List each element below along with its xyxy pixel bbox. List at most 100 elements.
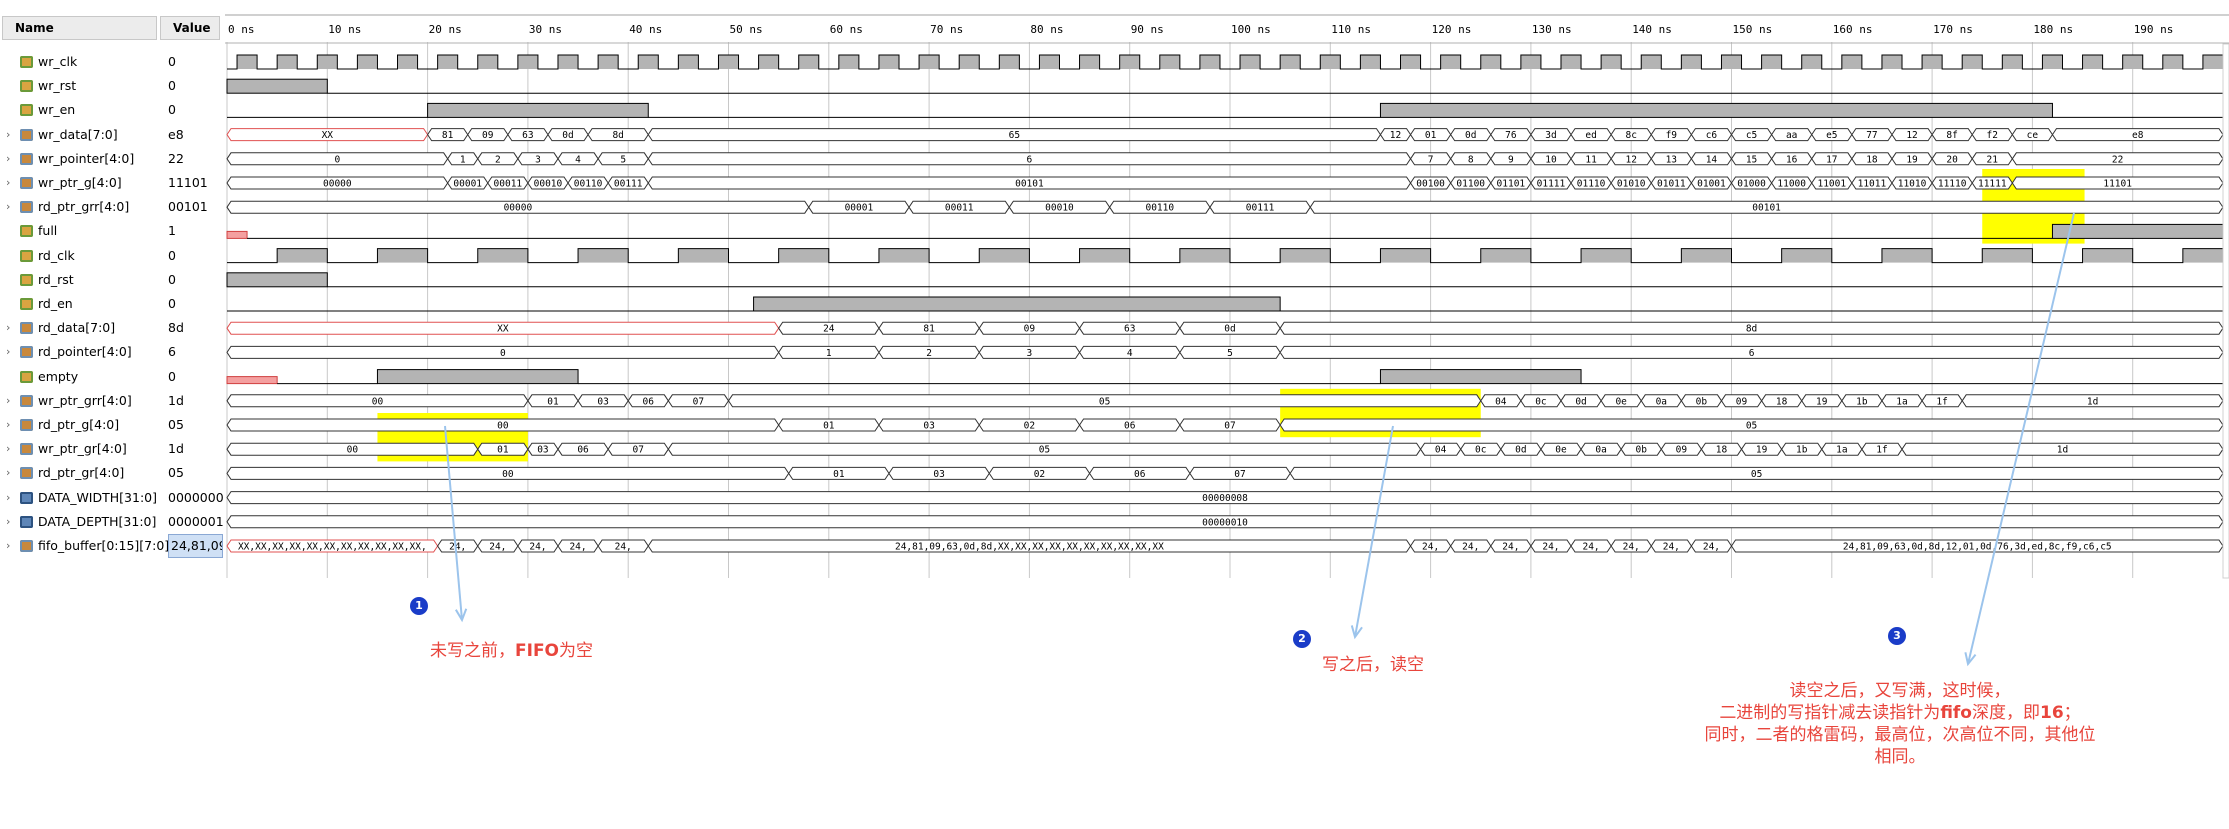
signal-row[interactable]: full 1 [0,219,225,243]
expand-chevron-icon[interactable]: › [6,394,18,408]
signal-name[interactable]: rd_clk [38,244,75,268]
signal-name[interactable]: fifo_buffer[0:15][7:0] [38,534,169,558]
bus-value-label: 5 [1227,348,1233,359]
bus-value-label: 06 [577,445,589,456]
signal-name[interactable]: rd_rst [38,268,74,292]
expand-chevron-icon[interactable]: › [6,176,18,190]
wire-signal-icon [20,298,33,310]
signal-row[interactable]: › wr_pointer[4:0] 22 [0,147,225,171]
bus-value-label: 0d [1465,130,1476,141]
signal-row[interactable]: › rd_ptr_grr[4:0] 00101 [0,195,225,219]
signal-name[interactable]: wr_data[7:0] [38,123,118,147]
bus-value-label: 20 [1946,154,1958,165]
expand-chevron-icon[interactable]: › [6,321,18,335]
clock-high-pulse [1480,55,1501,69]
signal-row[interactable]: › wr_ptr_grr[4:0] 1d [0,389,225,413]
signal-row[interactable]: › wr_ptr_g[4:0] 11101 [0,171,225,195]
clock-high-pulse [1179,248,1230,263]
expand-chevron-icon[interactable]: › [6,152,18,166]
bus-signal-icon [20,346,33,359]
signal-row[interactable]: wr_en 0 [0,98,225,122]
bus-value-label: 00000008 [1202,493,1248,504]
signal-value: 0 [168,271,176,287]
expand-chevron-icon[interactable]: › [6,466,18,480]
signal-name[interactable]: DATA_WIDTH[31:0] [38,486,157,510]
expand-chevron-icon[interactable]: › [6,515,18,529]
bus-value-label: 17 [1826,154,1837,165]
signal-name[interactable]: wr_pointer[4:0] [38,147,134,171]
clock-high-pulse [2162,55,2183,69]
clock-high-pulse [357,55,378,69]
signal-name[interactable]: rd_data[7:0] [38,316,115,340]
bus-value-label: 24, [489,542,506,553]
signal-name[interactable]: wr_en [38,98,75,122]
expand-chevron-icon[interactable]: › [6,539,18,553]
bus-value-label: 09 [1676,445,1688,456]
name-column-header[interactable]: Name [2,16,157,40]
annotation-marker-1: 1 [410,597,428,615]
signal-row[interactable]: › wr_ptr_gr[4:0] 1d [0,437,225,461]
annotation-arrow [1354,425,1394,638]
signal-name[interactable]: rd_pointer[4:0] [38,340,132,364]
signal-row[interactable]: › DATA_WIDTH[31:0] 00000008 [0,486,225,510]
clock-high-pulse [1601,55,1622,69]
expand-chevron-icon[interactable]: › [6,345,18,359]
bus-value-label: 7 [1428,154,1434,165]
signal-row[interactable]: › rd_ptr_g[4:0] 05 [0,413,225,437]
bus-value-label: 15 [1746,154,1757,165]
signal-row[interactable]: › wr_data[7:0] e8 [0,123,225,147]
bus-value-label: 24, [1703,542,1720,553]
expand-chevron-icon[interactable]: › [6,491,18,505]
annotation-marker-2: 2 [1293,630,1311,648]
signal-name[interactable]: wr_ptr_grr[4:0] [38,389,132,413]
signal-name[interactable]: DATA_DEPTH[31:0] [38,510,156,534]
signal-row[interactable]: wr_clk 0 [0,50,225,74]
clock-high-pulse [1280,55,1301,69]
bus-value-label: 06 [1124,421,1136,432]
signal-name[interactable]: wr_rst [38,74,76,98]
signal-row[interactable]: rd_clk 0 [0,244,225,268]
signal-name[interactable]: full [38,219,57,243]
signal-name[interactable]: wr_ptr_g[4:0] [38,171,122,195]
bus-value-label: 04 [1435,445,1447,456]
signal-name[interactable]: rd_ptr_gr[4:0] [38,461,124,485]
expand-chevron-icon[interactable]: › [6,128,18,142]
signal-name[interactable]: wr_ptr_gr[4:0] [38,437,127,461]
signal-row[interactable]: › rd_data[7:0] 8d [0,316,225,340]
clock-high-pulse [477,55,498,69]
bus-value-label: 03 [923,421,934,432]
signal-row[interactable]: empty 0 [0,365,225,389]
signal-name[interactable]: rd_en [38,292,73,316]
signal-row[interactable]: rd_en 0 [0,292,225,316]
bus-value-label: 8d [612,130,623,141]
signal-name[interactable]: empty [38,365,78,389]
bus-value-label: 24, [1422,542,1439,553]
signal-row[interactable]: › rd_pointer[4:0] 6 [0,340,225,364]
signal-row[interactable]: rd_rst 0 [0,268,225,292]
signal-name[interactable]: wr_clk [38,50,77,74]
signal-value: 00101 [168,199,208,215]
bus-value-label: 00101 [1752,203,1781,214]
annotation-marker-3: 3 [1888,627,1906,645]
bus-value-label: 00001 [453,179,482,190]
expand-chevron-icon[interactable]: › [6,442,18,456]
signal-row[interactable]: › DATA_DEPTH[31:0] 00000010 [0,510,225,534]
bus-value-label: 8d [1746,324,1757,335]
signal-name[interactable]: rd_ptr_grr[4:0] [38,195,129,219]
signal-row[interactable]: › fifo_buffer[0:15][7:0]24,81,09, [0,534,225,558]
signal-value: 11101 [168,175,208,190]
expand-chevron-icon[interactable]: › [6,418,18,432]
signal-name[interactable]: rd_ptr_g[4:0] [38,413,119,437]
bus-value-label: 00 [347,445,359,456]
clock-high-pulse [1761,55,1782,69]
signal-row[interactable]: wr_rst 0 [0,74,225,98]
time-tick-label: 100 ns [1231,23,1271,36]
bus-value-label: 06 [643,396,655,407]
signal-row[interactable]: › rd_ptr_gr[4:0] 05 [0,461,225,485]
clock-high-pulse [979,248,1030,263]
logic-high-segment [376,369,579,385]
annotation-1-text: 未写之前，FIFO为空 [430,641,594,661]
value-column-header[interactable]: Value [160,16,220,40]
expand-chevron-icon[interactable]: › [6,200,18,214]
wire-signal-icon [20,225,33,238]
